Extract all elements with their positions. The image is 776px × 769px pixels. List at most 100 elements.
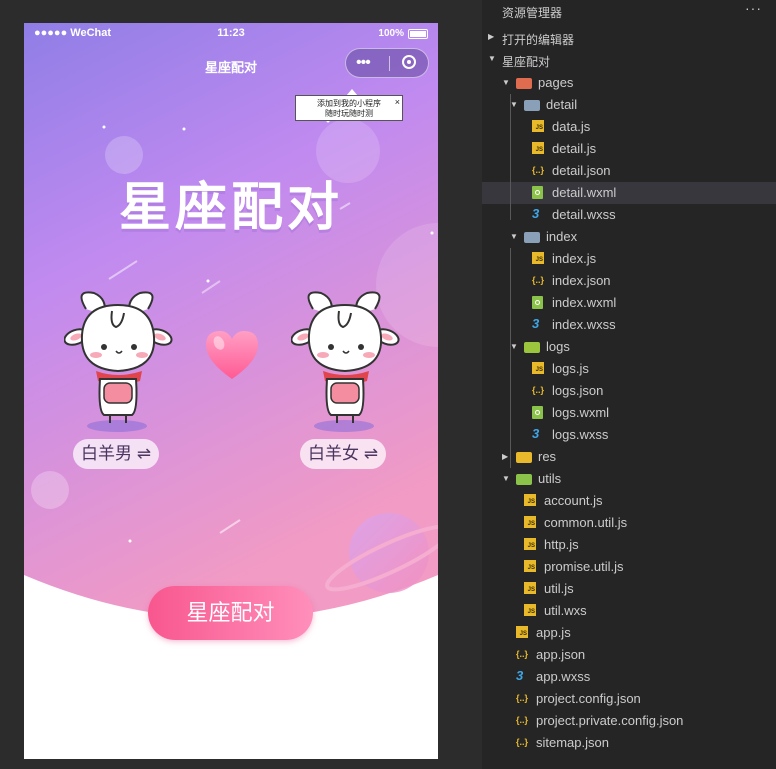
file-label: index.js: [552, 251, 597, 266]
folder-item[interactable]: ▼ pages: [482, 72, 776, 94]
folder-icon: [516, 452, 532, 463]
chevron-right-icon[interactable]: ▶: [502, 452, 508, 461]
file-label: app.wxss: [536, 669, 591, 684]
file-item[interactable]: {..} project.private.config.json: [482, 710, 776, 732]
file-item[interactable]: index.wxml: [482, 292, 776, 314]
aries-male-character[interactable]: [64, 285, 174, 435]
folder-icon: [516, 78, 532, 89]
js-file-icon: JS: [532, 362, 544, 374]
file-item[interactable]: 3 index.wxss: [482, 314, 776, 336]
file-label: logs.wxml: [552, 405, 610, 420]
folder-label: res: [538, 449, 557, 464]
chevron-down-icon[interactable]: ▼: [510, 100, 518, 109]
chevron-right-icon: ▶: [488, 32, 495, 41]
more-icon[interactable]: •••: [356, 54, 371, 72]
file-item[interactable]: 3 logs.wxss: [482, 424, 776, 446]
file-item[interactable]: 3 detail.wxss: [482, 204, 776, 226]
file-item[interactable]: JS promise.util.js: [482, 556, 776, 578]
wxml-file-icon: [532, 406, 543, 419]
file-label: common.util.js: [544, 515, 628, 530]
json-file-icon: {..}: [532, 385, 545, 395]
json-file-icon: {..}: [516, 693, 529, 703]
file-item[interactable]: JS index.js: [482, 248, 776, 270]
folder-item[interactable]: ▼ index: [482, 226, 776, 248]
folder-icon: [516, 474, 532, 485]
file-label: sitemap.json: [536, 735, 609, 750]
file-item[interactable]: JS detail.js: [482, 138, 776, 160]
js-file-icon: JS: [524, 516, 536, 528]
open-editors-section[interactable]: ▶ 打开的编辑器: [482, 28, 776, 50]
chevron-down-icon[interactable]: ▼: [502, 474, 510, 483]
js-file-icon: JS: [524, 538, 536, 550]
battery-percent: 100%: [378, 28, 404, 39]
file-item[interactable]: {..} logs.json: [482, 380, 776, 402]
indent-guide: [510, 248, 511, 358]
file-label: logs.wxss: [552, 427, 609, 442]
folder-item[interactable]: ▼ logs: [482, 336, 776, 358]
right-sign-selector[interactable]: 白羊女 ⇌: [300, 439, 386, 469]
more-actions-icon[interactable]: ···: [745, 0, 762, 16]
file-item[interactable]: {..} app.json: [482, 644, 776, 666]
chevron-down-icon[interactable]: ▼: [502, 78, 510, 87]
file-label: detail.js: [552, 141, 597, 156]
json-file-icon: {..}: [516, 715, 529, 725]
file-label: account.js: [544, 493, 603, 508]
menu-capsule: •••: [345, 48, 429, 78]
left-sign-selector[interactable]: 白羊男 ⇌: [73, 439, 159, 469]
project-section[interactable]: ▼ 星座配对: [482, 50, 776, 72]
wxss-file-icon: 3: [516, 668, 524, 683]
file-item[interactable]: JS util.wxs: [482, 600, 776, 622]
wxss-file-icon: 3: [532, 426, 540, 441]
heart-icon: [206, 331, 258, 379]
match-button[interactable]: 星座配对: [148, 586, 313, 640]
file-item[interactable]: JS data.js: [482, 116, 776, 138]
file-label: http.js: [544, 537, 579, 552]
indent-guide: [510, 358, 511, 468]
file-item[interactable]: {..} index.json: [482, 270, 776, 292]
js-file-icon: JS: [524, 582, 536, 594]
folder-label: utils: [538, 471, 562, 486]
file-item[interactable]: JS util.js: [482, 578, 776, 600]
file-item[interactable]: {..} project.config.json: [482, 688, 776, 710]
clock-text: 11:23: [217, 27, 245, 39]
file-item[interactable]: 3 app.wxss: [482, 666, 776, 688]
chevron-down-icon[interactable]: ▼: [510, 342, 518, 351]
file-item[interactable]: detail.wxml: [482, 182, 776, 204]
wxss-file-icon: 3: [532, 206, 540, 221]
file-item[interactable]: JS common.util.js: [482, 512, 776, 534]
folder-item[interactable]: ▶ res: [482, 446, 776, 468]
simulator-screen: ●●●●● WeChat 11:23 100% 星座配对 ••• 添加到我的小程…: [24, 23, 438, 759]
js-file-icon: JS: [516, 626, 528, 638]
file-item[interactable]: {..} sitemap.json: [482, 732, 776, 754]
folder-item[interactable]: ▼ detail: [482, 94, 776, 116]
target-icon[interactable]: [402, 55, 416, 69]
file-label: util.wxs: [544, 603, 587, 618]
folder-item[interactable]: ▼ utils: [482, 468, 776, 490]
file-item[interactable]: JS http.js: [482, 534, 776, 556]
file-label: detail.wxml: [552, 185, 617, 200]
chevron-down-icon[interactable]: ▼: [510, 232, 518, 241]
json-file-icon: {..}: [516, 737, 529, 747]
file-item[interactable]: JS account.js: [482, 490, 776, 512]
file-item[interactable]: logs.wxml: [482, 402, 776, 424]
file-label: data.js: [552, 119, 591, 134]
json-file-icon: {..}: [532, 165, 545, 175]
folder-label: logs: [546, 339, 570, 354]
js-file-icon: JS: [532, 120, 544, 132]
folder-label: pages: [538, 75, 574, 90]
folder-label: detail: [546, 97, 578, 112]
file-label: app.js: [536, 625, 571, 640]
json-file-icon: {..}: [532, 275, 545, 285]
page-heading: 星座配对: [118, 179, 343, 237]
file-item[interactable]: {..} detail.json: [482, 160, 776, 182]
close-icon[interactable]: ×: [395, 97, 400, 107]
aries-female-character[interactable]: [291, 285, 401, 435]
file-label: detail.wxss: [552, 207, 616, 222]
wxml-file-icon: [532, 296, 543, 309]
wxss-file-icon: 3: [532, 316, 540, 331]
status-bar: ●●●●● WeChat 11:23 100%: [24, 23, 438, 45]
explorer-title: 资源管理器: [502, 6, 563, 20]
file-item[interactable]: JS app.js: [482, 622, 776, 644]
indent-guide: [510, 94, 511, 220]
file-item[interactable]: JS logs.js: [482, 358, 776, 380]
